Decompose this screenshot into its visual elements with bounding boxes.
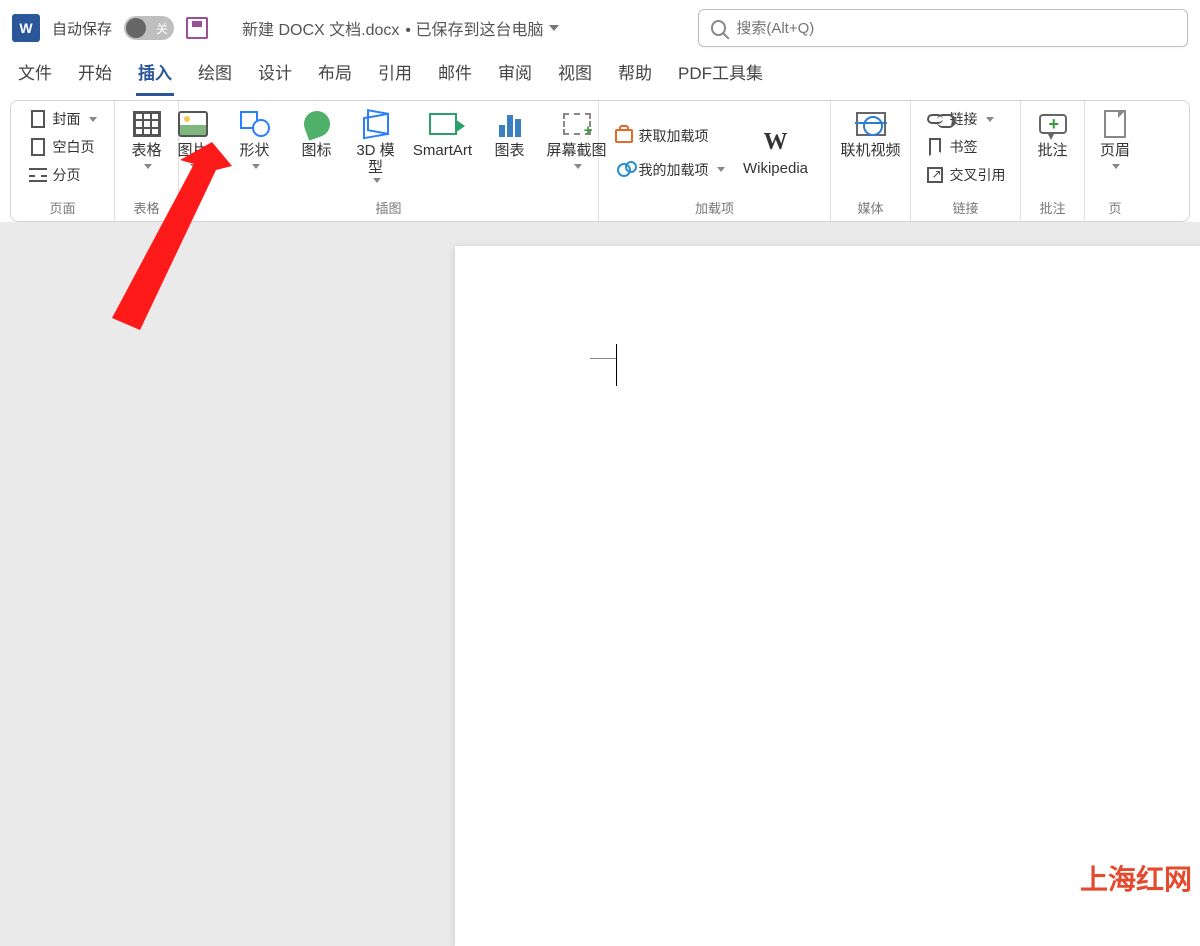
chevron-down-icon	[373, 178, 381, 183]
page-header-icon	[1098, 109, 1132, 139]
tab-help[interactable]: 帮助	[616, 53, 654, 96]
cover-page-icon	[29, 110, 47, 128]
tab-mailings[interactable]: 邮件	[436, 53, 474, 96]
chart-icon	[493, 109, 527, 139]
3d-models-button[interactable]: 3D 模型	[352, 107, 400, 185]
document-workspace[interactable]	[0, 224, 1200, 900]
autosave-state: 关	[156, 20, 168, 37]
ribbon-tabs: 文件 开始 插入 绘图 设计 布局 引用 邮件 审阅 视图 帮助 PDF工具集	[0, 56, 1200, 96]
blank-page-icon	[29, 138, 47, 156]
group-label-links: 链接	[919, 198, 1012, 219]
my-addins-button[interactable]: 我的加载项	[613, 158, 727, 182]
group-media: 联机视频 媒体	[831, 101, 911, 221]
picture-icon	[176, 109, 210, 139]
page-break-button[interactable]: 分页	[27, 163, 99, 187]
toggle-knob-icon	[126, 18, 146, 38]
watermark-text: 上海红网	[1080, 858, 1192, 898]
tab-home[interactable]: 开始	[76, 53, 114, 96]
autosave-label: 自动保存	[52, 18, 112, 39]
header-button[interactable]: 页眉	[1090, 107, 1140, 171]
chart-button[interactable]: 图表	[486, 107, 534, 162]
tab-pdf-tools[interactable]: PDF工具集	[676, 53, 765, 96]
comment-button[interactable]: 批注	[1026, 107, 1080, 162]
group-label-header-footer: 页	[1093, 198, 1137, 219]
search-input[interactable]	[736, 20, 1175, 37]
wikipedia-icon: W	[759, 127, 793, 157]
tab-layout[interactable]: 布局	[316, 53, 354, 96]
group-addins: 获取加载项 我的加载项 W Wikipedia 加载项	[599, 101, 831, 221]
store-icon	[615, 127, 633, 145]
chevron-down-icon	[574, 164, 582, 169]
cross-reference-icon	[926, 166, 944, 184]
tab-file[interactable]: 文件	[16, 53, 54, 96]
document-page[interactable]	[455, 246, 1200, 946]
group-comments: 批注 批注	[1021, 101, 1085, 221]
chevron-down-icon	[144, 164, 152, 169]
chevron-down-icon	[252, 164, 260, 169]
blank-page-button[interactable]: 空白页	[27, 135, 99, 159]
autosave-toggle[interactable]: 关	[124, 16, 174, 40]
group-header-footer: 页眉 页	[1085, 101, 1145, 221]
group-label-media: 媒体	[839, 198, 902, 219]
shapes-button[interactable]: 形状	[228, 107, 282, 171]
search-box[interactable]	[698, 9, 1188, 47]
tab-references[interactable]: 引用	[376, 53, 414, 96]
online-video-icon	[854, 109, 888, 139]
icons-icon	[300, 109, 334, 139]
bookmark-icon	[926, 138, 944, 156]
document-save-status: • 已保存到这台电脑	[405, 16, 543, 40]
document-name: 新建 DOCX 文档.docx	[242, 16, 399, 40]
wikipedia-button[interactable]: W Wikipedia	[735, 125, 817, 180]
picture-button[interactable]: 图片	[166, 107, 220, 171]
chevron-down-icon	[717, 167, 725, 172]
hyperlink-button[interactable]: 链接	[924, 107, 1008, 131]
group-label-pages: 页面	[19, 198, 106, 219]
cross-reference-button[interactable]: 交叉引用	[924, 163, 1008, 187]
text-cursor-icon	[590, 344, 620, 374]
chevron-down-icon	[1112, 164, 1120, 169]
comment-icon	[1036, 109, 1070, 139]
cube-icon	[359, 109, 393, 139]
tab-view[interactable]: 视图	[556, 53, 594, 96]
smartart-button[interactable]: SmartArt	[408, 107, 478, 162]
group-label-illustrations: 插图	[187, 198, 590, 219]
chevron-down-icon	[89, 117, 97, 122]
save-icon[interactable]	[186, 17, 208, 39]
screenshot-icon	[560, 109, 594, 139]
group-links: 链接 书签 交叉引用 链接	[911, 101, 1021, 221]
group-label-tables: 表格	[123, 198, 170, 219]
tab-design[interactable]: 设计	[256, 53, 294, 96]
title-bar: W 自动保存 关 新建 DOCX 文档.docx • 已保存到这台电脑	[0, 0, 1200, 56]
ribbon: 封面 空白页 分页 页面 表格 表格	[10, 100, 1190, 222]
search-icon	[711, 20, 726, 36]
online-video-button[interactable]: 联机视频	[835, 107, 907, 162]
chevron-down-icon	[549, 25, 559, 31]
chevron-down-icon	[986, 117, 994, 122]
shapes-icon	[238, 109, 272, 139]
smartart-icon	[426, 109, 460, 139]
tab-insert[interactable]: 插入	[136, 53, 174, 96]
chevron-down-icon	[190, 164, 198, 169]
document-title-area[interactable]: 新建 DOCX 文档.docx • 已保存到这台电脑	[242, 16, 559, 40]
page-break-icon	[29, 166, 47, 184]
addins-icon	[615, 161, 633, 179]
ribbon-container: 封面 空白页 分页 页面 表格 表格	[0, 96, 1200, 222]
link-icon	[926, 110, 944, 128]
get-addins-button[interactable]: 获取加载项	[613, 124, 727, 148]
word-app-icon: W	[12, 14, 40, 42]
tab-draw[interactable]: 绘图	[196, 53, 234, 96]
table-icon	[130, 109, 164, 139]
group-pages: 封面 空白页 分页 页面	[11, 101, 115, 221]
tab-review[interactable]: 审阅	[496, 53, 534, 96]
group-label-addins: 加载项	[607, 198, 822, 219]
group-illustrations: 图片 形状 图标 3D 模型 SmartArt	[179, 101, 599, 221]
bookmark-button[interactable]: 书签	[924, 135, 1008, 159]
group-label-comments: 批注	[1029, 198, 1076, 219]
cover-page-button[interactable]: 封面	[27, 107, 99, 131]
icons-button[interactable]: 图标	[290, 107, 344, 162]
